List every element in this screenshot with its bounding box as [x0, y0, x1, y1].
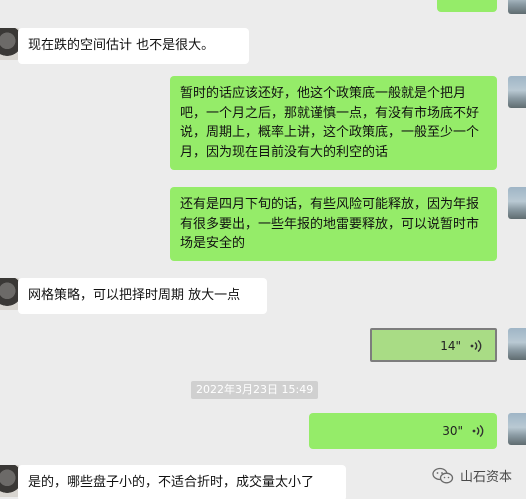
- message-text: 还有是四月下旬的话，有些风险可能释放，因为年报有很多要出，一些年报的地雷要释放，…: [180, 197, 480, 251]
- voice-duration: 30": [442, 424, 463, 438]
- message-text: 网格策略，可以把择时周期 放大一点: [28, 288, 241, 303]
- self-avatar[interactable]: [508, 328, 526, 360]
- message-bubble-outgoing[interactable]: 还有是四月下旬的话，有些风险可能释放，因为年报有很多要出，一些年报的地雷要释放，…: [170, 187, 497, 261]
- previous-message-bubble[interactable]: [437, 0, 497, 12]
- self-avatar[interactable]: [508, 76, 526, 108]
- self-avatar-top[interactable]: [508, 0, 526, 14]
- voice-message-bubble[interactable]: 30": [309, 413, 497, 449]
- message-bubble-incoming[interactable]: 网格策略，可以把择时周期 放大一点: [18, 278, 267, 314]
- message-text: 暂时的话应该还好，他这个政策底一般就是个把月吧，一个月之后，那就谨慎一点，有没有…: [180, 86, 480, 160]
- message-bubble-incoming[interactable]: 现在跌的空间估计 也不是很大。: [18, 28, 249, 64]
- message-bubble-incoming[interactable]: 是的，哪些盘子小的，不适合折时，成交量太小了: [18, 465, 346, 499]
- message-text: 现在跌的空间估计 也不是很大。: [28, 38, 215, 53]
- self-avatar[interactable]: [508, 413, 526, 445]
- watermark-label: 山石资本: [459, 470, 512, 485]
- chat-window: 现在跌的空间估计 也不是很大。 暂时的话应该还好，他这个政策底一般就是个把月吧，…: [0, 0, 526, 499]
- self-avatar[interactable]: [508, 187, 526, 219]
- contact-avatar[interactable]: [0, 465, 20, 497]
- message-bubble-outgoing[interactable]: 暂时的话应该还好，他这个政策底一般就是个把月吧，一个月之后，那就谨慎一点，有没有…: [170, 76, 497, 170]
- voice-message-bubble[interactable]: 14": [370, 328, 497, 362]
- voice-duration: 14": [440, 339, 461, 353]
- contact-avatar[interactable]: [0, 28, 20, 60]
- voice-wave-icon: [470, 339, 482, 353]
- watermark: 山石资本: [432, 466, 512, 485]
- message-text: 是的，哪些盘子小的，不适合折时，成交量太小了: [28, 475, 315, 490]
- voice-wave-icon: [472, 424, 484, 438]
- wechat-official-account-icon: [432, 467, 454, 483]
- message-timestamp: 2022年3月23日 15:49: [191, 381, 319, 399]
- contact-avatar[interactable]: [0, 278, 20, 310]
